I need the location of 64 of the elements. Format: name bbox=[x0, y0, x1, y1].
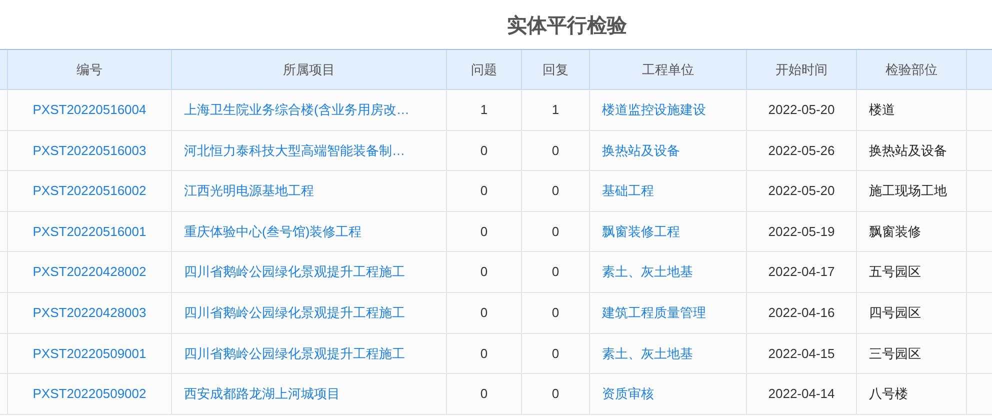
column-header: 检验部位 bbox=[886, 60, 938, 79]
project-link[interactable]: 重庆体验中心(叁号馆)装修工程 bbox=[184, 222, 362, 242]
unit-link[interactable]: 基础工程 bbox=[602, 181, 654, 201]
code-link[interactable]: PXST20220509001 bbox=[32, 344, 146, 364]
column-header: 所属项目 bbox=[283, 60, 335, 79]
code-link[interactable]: PXST20220516003 bbox=[32, 140, 146, 160]
unit-link[interactable]: 飘窗装修工程 bbox=[602, 222, 680, 242]
table-cell-text: 八号楼 bbox=[869, 385, 908, 404]
code-link[interactable]: PXST20220509002 bbox=[32, 384, 146, 404]
table-cell-text: 0 bbox=[480, 344, 488, 363]
project-link[interactable]: 四川省鹅岭公园绿化景观提升工程施工 bbox=[184, 303, 405, 323]
column-header: 编号 bbox=[76, 60, 102, 79]
table-cell-text: 0 bbox=[480, 182, 488, 200]
table-cell-text: 2022-04-15 bbox=[768, 344, 835, 363]
code-link[interactable]: PXST20220516004 bbox=[32, 100, 146, 120]
unit-link[interactable]: 素土、灰土地基 bbox=[602, 344, 693, 364]
table-cell-text: 0 bbox=[480, 142, 488, 160]
table-cell-text: 0 bbox=[552, 263, 560, 282]
project-link[interactable]: 上海卫生院业务综合楼(含业务用房改… bbox=[184, 100, 410, 120]
code-link[interactable]: PXST20220428002 bbox=[32, 262, 146, 282]
column-header: 问题 bbox=[471, 60, 497, 79]
unit-link[interactable]: 素土、灰土地基 bbox=[602, 262, 693, 282]
table-cell-text: 四号园区 bbox=[869, 304, 921, 322]
table-cell-text: 1 bbox=[480, 101, 488, 120]
table-cell-text: 0 bbox=[480, 385, 488, 404]
table-cell-text: 0 bbox=[480, 222, 488, 241]
table-cell-text: 0 bbox=[480, 263, 488, 282]
unit-link[interactable]: 换热站及设备 bbox=[602, 140, 680, 160]
table-cell-text: 2022-04-17 bbox=[768, 263, 835, 282]
project-link[interactable]: 西安成都路龙湖上河城项目 bbox=[184, 384, 340, 404]
table-cell-text: 2022-05-20 bbox=[768, 101, 835, 120]
unit-link[interactable]: 资质审核 bbox=[602, 384, 654, 404]
code-link[interactable]: PXST20220516001 bbox=[32, 222, 146, 242]
table-cell-text: 2022-05-20 bbox=[768, 182, 835, 200]
project-link[interactable]: 江西光明电源基地工程 bbox=[184, 181, 314, 201]
table-cell-text: 0 bbox=[552, 142, 560, 160]
table-cell-text: 2022-04-16 bbox=[768, 304, 835, 322]
table-cell-text: 五号园区 bbox=[869, 263, 921, 282]
table-cell-text: 三号园区 bbox=[869, 344, 921, 363]
page-title: 实体平行检验 bbox=[507, 12, 627, 38]
table-cell-text: 1 bbox=[552, 101, 560, 120]
table-cell-text: 飘窗装修 bbox=[869, 222, 921, 241]
project-link[interactable]: 四川省鹅岭公园绿化景观提升工程施工 bbox=[184, 344, 405, 364]
column-header: 回复 bbox=[542, 60, 568, 79]
code-link[interactable]: PXST20220428003 bbox=[32, 303, 146, 323]
code-link[interactable]: PXST20220516002 bbox=[32, 181, 146, 201]
column-header: 开始时间 bbox=[776, 60, 828, 79]
unit-link[interactable]: 楼道监控设施建设 bbox=[602, 100, 706, 120]
table-cell-text: 0 bbox=[552, 182, 560, 200]
column-header: 工程单位 bbox=[642, 60, 694, 79]
table-cell-text: 0 bbox=[552, 344, 560, 363]
project-link[interactable]: 四川省鹅岭公园绿化景观提升工程施工 bbox=[184, 262, 405, 282]
table-cell-text: 施工现场工地 bbox=[869, 182, 947, 200]
table-cell-text: 0 bbox=[552, 222, 560, 241]
table-cell-text: 楼道 bbox=[869, 101, 895, 120]
table-cell-text: 2022-05-19 bbox=[768, 222, 835, 241]
table-cell-text: 2022-05-26 bbox=[768, 142, 835, 160]
unit-link[interactable]: 建筑工程质量管理 bbox=[602, 303, 706, 323]
table-cell-text: 0 bbox=[552, 304, 560, 322]
project-link[interactable]: 河北恒力泰科技大型高端智能装备制… bbox=[184, 140, 405, 160]
table-cell-text: 2022-04-14 bbox=[768, 385, 835, 404]
table-cell-text: 换热站及设备 bbox=[869, 142, 947, 160]
table-cell-text: 0 bbox=[552, 385, 560, 404]
table-cell-text: 0 bbox=[480, 304, 488, 322]
